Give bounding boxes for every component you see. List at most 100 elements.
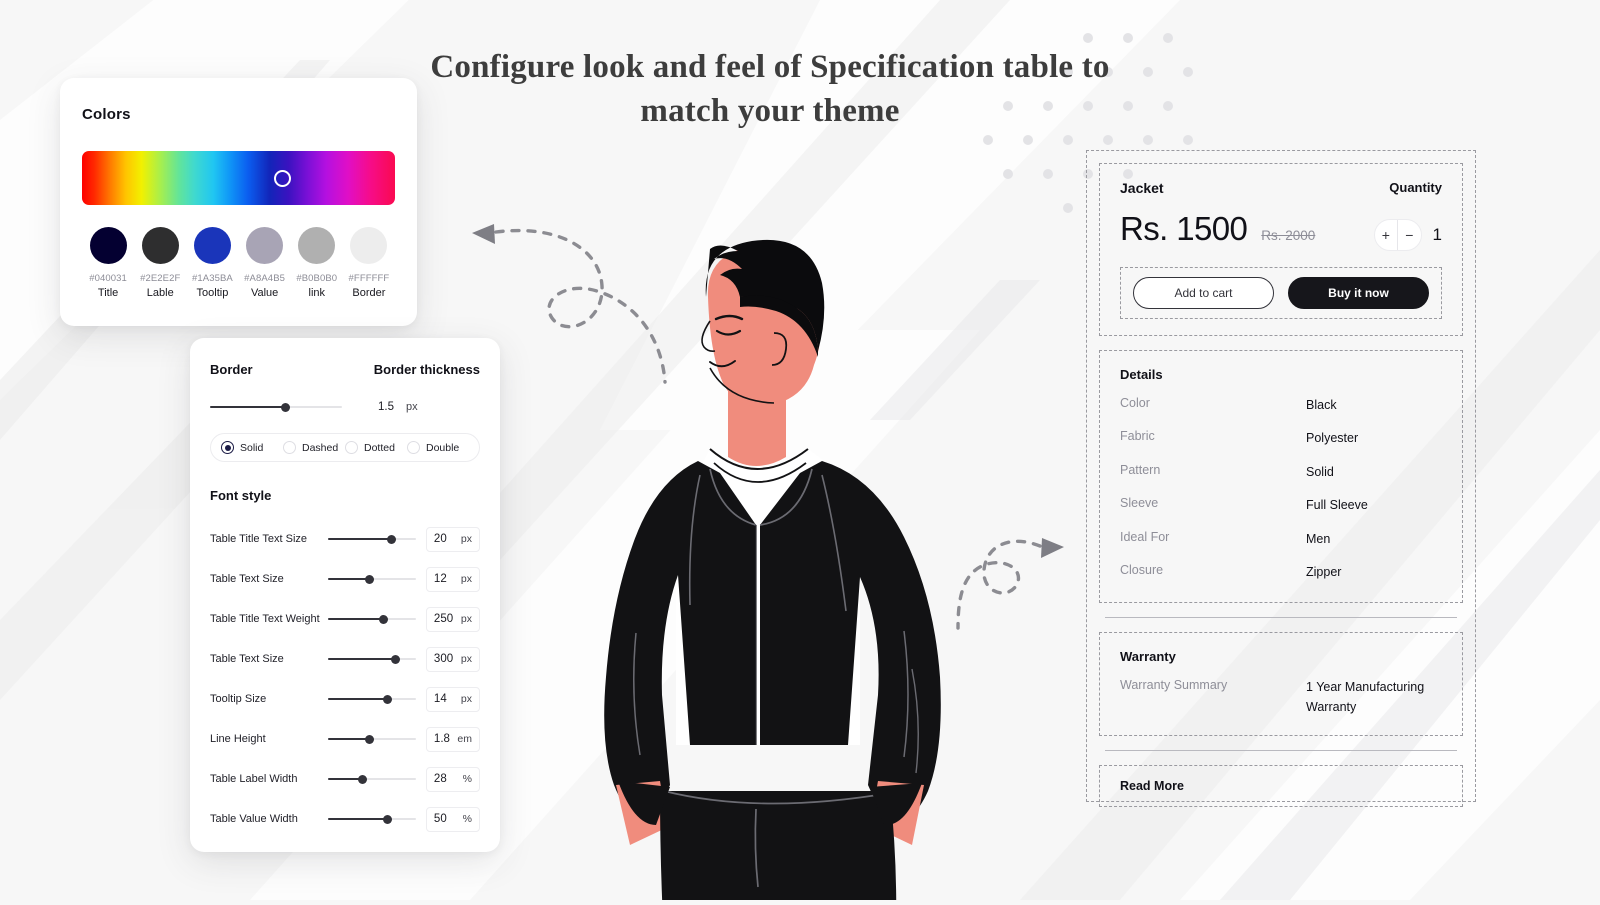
slider-fill <box>328 817 388 821</box>
color-swatch-dot[interactable] <box>89 227 127 264</box>
font-row-slider[interactable] <box>328 571 416 587</box>
font-row-value-box[interactable]: 20 px <box>425 526 480 552</box>
color-swatch-label: Border <box>352 287 386 299</box>
color-swatch[interactable]: #B0B0B0 link <box>291 227 343 299</box>
product-name: Jacket <box>1120 180 1164 196</box>
border-thickness-slider[interactable] <box>210 399 342 415</box>
color-swatch[interactable]: #2E2E2F Lable <box>134 227 186 299</box>
font-row-value-box[interactable]: 12 px <box>425 566 480 592</box>
warranty-row: Warranty Summary 1 Year Manufacturing Wa… <box>1120 678 1442 717</box>
slider-knob[interactable] <box>365 734 374 744</box>
slider-knob[interactable] <box>280 402 290 412</box>
details-row: Color Black <box>1120 396 1442 415</box>
hue-slider-knob[interactable] <box>273 169 291 187</box>
slider-fill <box>328 577 370 581</box>
slider-fill <box>210 405 286 409</box>
font-row-unit: px <box>460 693 472 705</box>
border-style-option-dotted[interactable]: Dotted <box>345 441 407 454</box>
font-row-slider[interactable] <box>328 731 416 747</box>
font-row-slider[interactable] <box>328 811 416 827</box>
read-more-section[interactable]: Read More <box>1099 765 1463 807</box>
color-swatch-dot[interactable] <box>141 227 179 264</box>
font-row-slider[interactable] <box>328 771 416 787</box>
font-row-value-box[interactable]: 50 % <box>425 806 480 832</box>
details-row: Ideal For Men <box>1120 530 1442 549</box>
details-section-title: Details <box>1120 367 1163 382</box>
font-style-rows: Table Title Text Size 20 px Table Text S… <box>210 519 480 839</box>
quantity-value: 1 <box>1432 225 1442 244</box>
color-swatch[interactable]: #FFFFFF Border <box>343 227 395 299</box>
border-style-option-label: Double <box>426 441 460 454</box>
color-swatch-hex: #040031 <box>89 273 127 284</box>
slider-knob[interactable] <box>391 654 401 664</box>
quantity-stepper[interactable]: + − <box>1373 219 1422 251</box>
font-row-unit: em <box>457 733 472 745</box>
color-swatch[interactable]: #040031 Title <box>82 227 134 299</box>
font-row-unit: px <box>460 653 472 665</box>
buy-it-now-button[interactable]: Buy it now <box>1288 277 1429 309</box>
font-row-value-box[interactable]: 250 px <box>425 606 480 632</box>
radio-unselected-icon[interactable] <box>407 441 420 454</box>
details-value: Zipper <box>1306 564 1342 579</box>
color-swatch-dot[interactable] <box>246 227 284 264</box>
font-row-slider[interactable] <box>328 651 416 667</box>
font-row-value-box[interactable]: 1.8 em <box>425 726 480 752</box>
font-row-value-box[interactable]: 14 px <box>425 686 480 712</box>
slider-knob[interactable] <box>386 534 396 544</box>
font-row-slider[interactable] <box>328 531 416 547</box>
color-swatch-hex: #B0B0B0 <box>296 273 338 284</box>
original-price: Rs. 2000 <box>1261 228 1316 243</box>
quantity-increase-button[interactable]: + <box>1375 220 1398 250</box>
border-style-option-double[interactable]: Double <box>407 441 469 454</box>
details-row: Pattern Solid <box>1120 463 1442 482</box>
current-price: Rs. 1500 <box>1120 210 1248 247</box>
slider-knob[interactable] <box>357 774 367 784</box>
font-row-value-box[interactable]: 300 px <box>425 646 480 672</box>
details-value: Full Sleeve <box>1306 498 1368 513</box>
border-and-font-style-panel: Border Border thickness 1.5 px Solid Das… <box>190 338 500 852</box>
man-in-black-jacket-illustration <box>560 225 980 905</box>
font-row-label: Table Title Text Size <box>210 533 308 545</box>
font-style-section-title: Font style <box>210 488 272 503</box>
color-swatch[interactable]: #1A35BA Tooltip <box>186 227 238 299</box>
color-swatch-dot[interactable] <box>298 227 336 264</box>
price-row: Rs. 1500 Rs. 2000 + − 1 <box>1120 210 1442 251</box>
font-row-value-box[interactable]: 28 % <box>425 766 480 792</box>
color-swatch-label: link <box>308 287 326 299</box>
font-row-label: Table Text Size <box>210 653 284 665</box>
font-row-slider[interactable] <box>328 611 416 627</box>
radio-unselected-icon[interactable] <box>283 441 296 454</box>
details-key: Pattern <box>1120 462 1161 477</box>
hue-slider[interactable] <box>82 151 395 205</box>
color-swatch[interactable]: #A8A4B5 Value <box>239 227 291 299</box>
font-style-row: Line Height 1.8 em <box>210 719 480 759</box>
color-swatch-dot[interactable] <box>193 227 231 264</box>
font-row-slider[interactable] <box>328 691 416 707</box>
border-style-option-dashed[interactable]: Dashed <box>283 441 345 454</box>
add-to-cart-button[interactable]: Add to cart <box>1133 277 1274 309</box>
font-style-row: Table Text Size 12 px <box>210 559 480 599</box>
warranty-section-title: Warranty <box>1120 649 1176 665</box>
details-value: Men <box>1306 531 1331 546</box>
font-row-label: Tooltip Size <box>210 693 267 705</box>
slider-knob[interactable] <box>365 574 374 584</box>
border-style-option-label: Dotted <box>364 441 395 454</box>
read-more-link[interactable]: Read More <box>1120 779 1442 793</box>
font-row-unit: % <box>462 813 472 825</box>
slider-fill <box>328 617 384 621</box>
radio-unselected-icon[interactable] <box>345 441 358 454</box>
color-swatch-dot[interactable] <box>350 227 388 264</box>
border-style-radio-group: Solid Dashed Dotted Double <box>210 433 480 462</box>
border-thickness-unit: px <box>406 401 418 413</box>
slider-knob[interactable] <box>382 814 392 824</box>
details-section: Details Color Black Fabric Polyester Pat… <box>1099 350 1463 604</box>
border-thickness-label: Border thickness <box>373 362 480 377</box>
slider-knob[interactable] <box>383 694 393 704</box>
color-swatch-label: Tooltip <box>196 287 229 299</box>
details-row: Sleeve Full Sleeve <box>1120 496 1442 515</box>
quantity-decrease-button[interactable]: − <box>1398 220 1421 250</box>
radio-selected-icon[interactable] <box>221 441 234 454</box>
border-style-option-solid[interactable]: Solid <box>221 441 283 454</box>
slider-knob[interactable] <box>379 614 389 624</box>
font-row-value: 1.8 <box>433 733 450 745</box>
